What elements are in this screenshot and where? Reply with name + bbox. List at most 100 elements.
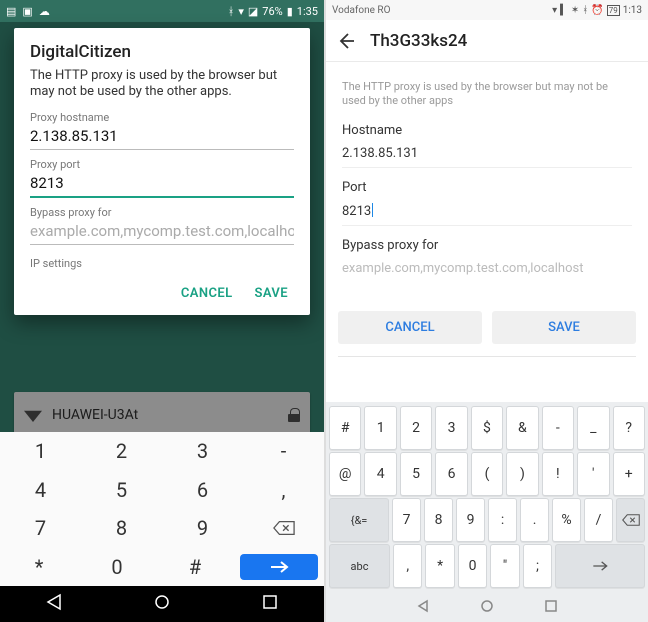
- key-8[interactable]: 8: [81, 509, 162, 548]
- key-0[interactable]: 0: [78, 548, 156, 587]
- key-amp[interactable]: &: [506, 406, 538, 450]
- key-5[interactable]: 5: [400, 452, 432, 496]
- nav-back[interactable]: [45, 593, 63, 615]
- port-label: Port: [342, 180, 632, 195]
- key-dash[interactable]: -: [542, 406, 574, 450]
- wifi-icon: ▾: [552, 5, 557, 16]
- cloud-icon: ☁: [39, 5, 50, 18]
- key-semicolon[interactable]: ;: [523, 544, 552, 588]
- statusbar: ▤ ▣ ☁ ᚼ ▾ ◪ 76% ▮ 1:35: [0, 0, 324, 22]
- cancel-button[interactable]: CANCEL: [338, 311, 482, 344]
- nav-home[interactable]: [153, 593, 171, 615]
- android-navbar: [326, 592, 648, 622]
- vibrate-icon: ✶: [571, 5, 579, 16]
- key-7[interactable]: 7: [392, 498, 421, 542]
- key-8[interactable]: 8: [424, 498, 453, 542]
- key-7[interactable]: 7: [0, 509, 81, 548]
- key-9[interactable]: 9: [162, 509, 243, 548]
- nav-back[interactable]: [416, 598, 430, 617]
- key-2[interactable]: 2: [81, 432, 162, 471]
- key-backspace[interactable]: [243, 509, 324, 548]
- proxy-dialog: DigitalCitizen The HTTP proxy is used by…: [14, 28, 310, 315]
- nav-home[interactable]: [480, 598, 494, 617]
- titlebar: Th3G33ks24: [326, 20, 648, 62]
- backspace-icon: [622, 514, 640, 526]
- key-star[interactable]: *: [425, 544, 454, 588]
- nav-recents[interactable]: [544, 598, 558, 617]
- key-3[interactable]: 3: [435, 406, 467, 450]
- key-abc[interactable]: abc: [329, 544, 390, 588]
- key-hash[interactable]: #: [156, 548, 234, 587]
- enter-icon: [267, 559, 291, 575]
- note: The HTTP proxy is used by the browser bu…: [342, 80, 632, 109]
- key-symbols[interactable]: {&=: [329, 498, 389, 542]
- key-dot[interactable]: .: [520, 498, 549, 542]
- nav-recents[interactable]: [261, 593, 279, 615]
- key-enter[interactable]: [555, 544, 645, 588]
- key-3[interactable]: 3: [162, 432, 243, 471]
- arrow-left-icon: [336, 31, 356, 51]
- notif-icon: ▤: [6, 5, 16, 18]
- battery-percent: 76%: [262, 5, 282, 18]
- key-percent[interactable]: %: [552, 498, 581, 542]
- hostname-input[interactable]: 2.138.85.131: [30, 124, 294, 150]
- ip-settings-row[interactable]: IP settings ›: [326, 282, 648, 301]
- key-9[interactable]: 9: [456, 498, 485, 542]
- hostname-label: Hostname: [342, 123, 632, 138]
- key-bang[interactable]: !: [542, 452, 574, 496]
- key-comma[interactable]: ,: [243, 471, 324, 510]
- key-6[interactable]: 6: [435, 452, 467, 496]
- image-icon: ▣: [22, 5, 32, 18]
- key-dollar[interactable]: $: [471, 406, 503, 450]
- key-at[interactable]: @: [329, 452, 361, 496]
- key-comma[interactable]: ,: [393, 544, 422, 588]
- bypass-input[interactable]: example.com,mycomp.test.com,localho: [30, 219, 294, 245]
- key-slash[interactable]: /: [584, 498, 613, 542]
- no-sim-icon: ◪: [248, 5, 258, 18]
- bypass-label: Bypass proxy for: [30, 206, 294, 219]
- key-backspace[interactable]: [616, 498, 645, 542]
- key-apos[interactable]: ': [577, 452, 609, 496]
- battery-box: 79: [607, 5, 620, 16]
- key-colon[interactable]: :: [488, 498, 517, 542]
- key-star[interactable]: *: [0, 548, 78, 587]
- key-4[interactable]: 4: [0, 471, 81, 510]
- key-1[interactable]: 1: [364, 406, 396, 450]
- key-5[interactable]: 5: [81, 471, 162, 510]
- clock: 1:13: [623, 5, 642, 16]
- form-content: The HTTP proxy is used by the browser bu…: [326, 62, 648, 282]
- bypass-input[interactable]: example.com,mycomp.test.com,localhost: [342, 253, 632, 282]
- key-question[interactable]: ?: [613, 406, 645, 450]
- key-underscore[interactable]: _: [577, 406, 609, 450]
- key-rparen[interactable]: ): [506, 452, 538, 496]
- dialog-note: The HTTP proxy is used by the browser bu…: [30, 68, 294, 101]
- key-enter[interactable]: [240, 554, 318, 581]
- ip-settings-label[interactable]: IP settings: [30, 257, 294, 270]
- port-label: Proxy port: [30, 158, 294, 171]
- key-hash[interactable]: #: [329, 406, 361, 450]
- key-1[interactable]: 1: [0, 432, 81, 471]
- port-input[interactable]: 8213: [30, 171, 294, 198]
- alarm-icon: ⏰: [591, 5, 603, 16]
- key-plus[interactable]: +: [613, 452, 645, 496]
- clock: 1:35: [297, 5, 318, 18]
- key-lparen[interactable]: (: [471, 452, 503, 496]
- backspace-icon: [273, 520, 295, 536]
- back-button[interactable]: [336, 31, 356, 51]
- dialog-title: DigitalCitizen: [30, 42, 294, 62]
- key-0[interactable]: 0: [458, 544, 487, 588]
- port-input[interactable]: 8213: [342, 195, 632, 226]
- key-2[interactable]: 2: [400, 406, 432, 450]
- cancel-button[interactable]: CANCEL: [181, 286, 233, 301]
- save-button[interactable]: SAVE: [255, 286, 288, 301]
- background-app: HUAWEI-U3At DigitalCitizen The HTTP prox…: [0, 22, 324, 454]
- hostname-label: Proxy hostname: [30, 111, 294, 124]
- key-quote[interactable]: ": [490, 544, 519, 588]
- enter-icon: [590, 559, 610, 573]
- key-4[interactable]: 4: [364, 452, 396, 496]
- key-dash[interactable]: -: [243, 432, 324, 471]
- key-6[interactable]: 6: [162, 471, 243, 510]
- numeric-keyboard: 1 2 3 - 4 5 6 , 7 8 9 * 0 #: [0, 432, 324, 586]
- hostname-input[interactable]: 2.138.85.131: [342, 138, 632, 168]
- save-button[interactable]: SAVE: [492, 311, 636, 344]
